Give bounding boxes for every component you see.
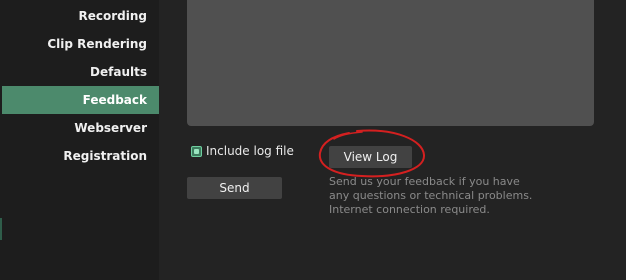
feedback-message-input[interactable] xyxy=(187,0,594,126)
checkbox-checked-icon[interactable] xyxy=(191,145,202,157)
include-log-label: Include log file xyxy=(206,144,294,158)
sidebar-item-defaults[interactable]: Defaults xyxy=(90,58,147,86)
include-log-checkbox[interactable]: Include log file xyxy=(191,143,294,159)
view-log-button[interactable]: View Log xyxy=(329,146,412,168)
sidebar-item-recording[interactable]: Recording xyxy=(79,2,148,30)
sidebar-item-feedback[interactable]: Feedback xyxy=(2,86,159,114)
sidebar-item-clip-rendering[interactable]: Clip Rendering xyxy=(47,30,147,58)
settings-sidebar: Recording Clip Rendering Defaults Feedba… xyxy=(0,0,159,280)
sidebar-item-registration[interactable]: Registration xyxy=(63,142,147,170)
send-button[interactable]: Send xyxy=(187,177,282,199)
feedback-help-text: Send us your feedback if you have any qu… xyxy=(329,175,533,216)
feedback-panel: Include log file View Log Send Send us y… xyxy=(159,0,626,280)
sidebar-item-webserver[interactable]: Webserver xyxy=(74,114,147,142)
sidebar-edge-marker xyxy=(0,218,2,240)
